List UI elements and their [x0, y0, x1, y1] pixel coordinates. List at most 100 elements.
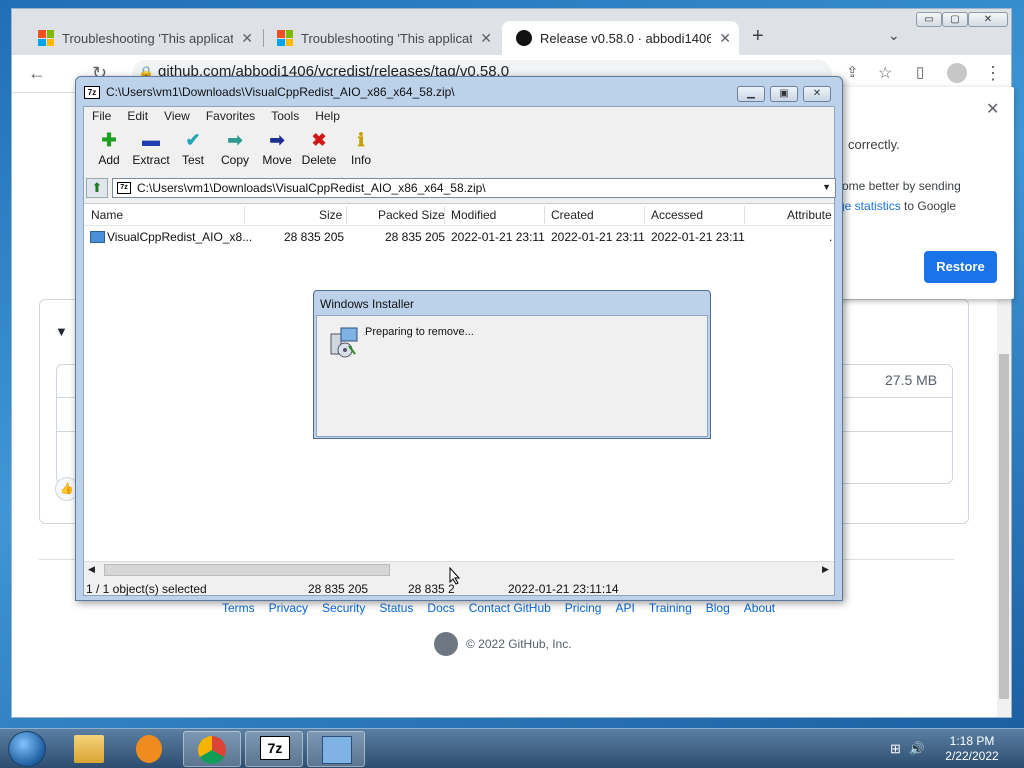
7zip-maximize-button[interactable]: ▣: [770, 86, 798, 102]
taskbar-chrome[interactable]: [183, 731, 241, 767]
copy-icon: ➡: [227, 130, 243, 150]
column-attributes[interactable]: Attribute: [787, 208, 832, 222]
clock-time: 1:18 PM: [949, 734, 995, 748]
network-icon[interactable]: ⊞: [890, 741, 901, 757]
info-button[interactable]: ℹ Info: [340, 127, 382, 173]
tab-troubleshooting-1[interactable]: Troubleshooting 'This application' ✕: [24, 21, 261, 55]
microsoft-logo-icon: [38, 30, 54, 46]
tab-search-button[interactable]: ⌄: [888, 27, 900, 44]
column-name[interactable]: Name: [91, 208, 123, 222]
menu-favorites[interactable]: Favorites: [206, 109, 255, 125]
maximize-button[interactable]: ▢: [942, 12, 968, 27]
tab-release[interactable]: Release v0.58.0 · abbodi1406/vcr ✕: [502, 21, 739, 55]
footer-link-docs[interactable]: Docs: [427, 601, 454, 615]
footer-link-pricing[interactable]: Pricing: [565, 601, 602, 615]
footer-copyright: © 2022 GitHub, Inc.: [434, 632, 572, 656]
column-modified[interactable]: Modified: [451, 208, 496, 222]
delete-button[interactable]: ✖ Delete: [298, 127, 340, 173]
folder-up-icon[interactable]: ⬆: [86, 178, 108, 198]
column-size[interactable]: Size: [319, 208, 342, 222]
footer-link-terms[interactable]: Terms: [222, 601, 255, 615]
7zip-close-button[interactable]: ✕: [803, 86, 831, 102]
tab-title: Troubleshooting 'This application': [62, 30, 234, 46]
close-button[interactable]: ✕: [968, 12, 1008, 27]
popup-stats-link[interactable]: ge statistics: [838, 199, 901, 213]
add-icon: ✚: [101, 130, 117, 150]
popup-text-line3: to Google: [900, 199, 957, 213]
status-selected: 1 / 1 object(s) selected: [86, 582, 207, 596]
new-tab-button[interactable]: +: [752, 25, 764, 48]
media-player-icon: [136, 735, 162, 763]
extract-icon: ▬: [142, 130, 160, 150]
extract-button[interactable]: ▬ Extract: [130, 127, 172, 173]
tool-label: Move: [262, 153, 292, 167]
clock[interactable]: 1:18 PM 2/22/2022: [936, 734, 1008, 764]
installer-icon: [322, 736, 352, 764]
menu-file[interactable]: File: [92, 109, 111, 125]
column-created[interactable]: Created: [551, 208, 594, 222]
tab-title: Release v0.58.0 · abbodi1406/vcr: [540, 30, 712, 46]
7zip-app-icon: 7z: [84, 85, 100, 99]
footer-link-privacy[interactable]: Privacy: [269, 601, 308, 615]
column-accessed[interactable]: Accessed: [651, 208, 703, 222]
github-logo-icon: [516, 30, 532, 46]
column-packed-size[interactable]: Packed Size: [378, 208, 445, 222]
assets-caret-icon[interactable]: ▼: [55, 324, 68, 339]
microsoft-logo-icon: [277, 30, 293, 46]
file-size: 28 835 205: [284, 230, 345, 244]
tab-close-icon[interactable]: ✕: [480, 30, 492, 47]
menu-edit[interactable]: Edit: [127, 109, 148, 125]
tool-label: Add: [98, 153, 120, 167]
tab-close-icon[interactable]: ✕: [241, 30, 253, 47]
menu-view[interactable]: View: [164, 109, 190, 125]
volume-icon[interactable]: 🔊: [909, 741, 925, 757]
scroll-left-icon[interactable]: ◀: [88, 564, 95, 575]
dropdown-arrow-icon[interactable]: ▼: [822, 182, 831, 192]
dialog-message: Preparing to remove...: [365, 326, 474, 338]
path-combobox[interactable]: 7z C:\Users\vm1\Downloads\VisualCppRedis…: [112, 178, 836, 198]
add-button[interactable]: ✚ Add: [88, 127, 130, 173]
file-packed-size: 28 835 205: [385, 230, 446, 244]
footer-link-contact[interactable]: Contact GitHub: [469, 601, 551, 615]
move-button[interactable]: ➡ Move: [256, 127, 298, 173]
move-icon: ➡: [269, 130, 285, 150]
menu-tools[interactable]: Tools: [271, 109, 299, 125]
profile-avatar-icon[interactable]: [947, 63, 967, 83]
folder-icon: [74, 735, 104, 763]
github-logo-icon: [434, 632, 458, 656]
scrollbar-thumb[interactable]: [999, 354, 1009, 699]
menu-kebab-icon[interactable]: ⋮: [984, 63, 1002, 84]
start-button[interactable]: [8, 731, 46, 767]
popup-close-icon[interactable]: ✕: [986, 99, 999, 119]
footer-link-training[interactable]: Training: [649, 601, 692, 615]
side-panel-icon[interactable]: ▯: [916, 63, 924, 81]
test-button[interactable]: ✔ Test: [172, 127, 214, 173]
taskbar-explorer[interactable]: [60, 731, 118, 767]
minimize-button[interactable]: ▭: [916, 12, 942, 27]
footer-link-security[interactable]: Security: [322, 601, 365, 615]
scroll-right-icon[interactable]: ▶: [822, 564, 829, 575]
popup-text-line2: rome better by sending: [838, 179, 961, 193]
back-arrow-icon[interactable]: ←: [28, 63, 46, 84]
7zip-toolbar: ✚ Add ▬ Extract ✔ Test ➡ Copy ➡ Move ✖ Delete …: [84, 127, 834, 173]
taskbar-7zip[interactable]: 7z: [245, 731, 303, 767]
footer-link-status[interactable]: Status: [379, 601, 413, 615]
share-icon[interactable]: ⇪: [846, 63, 859, 81]
tab-strip: Troubleshooting 'This application' ✕ Tro…: [12, 9, 1011, 55]
restore-button[interactable]: Restore: [924, 251, 997, 283]
taskbar-media-player[interactable]: [120, 731, 178, 767]
copy-button[interactable]: ➡ Copy: [214, 127, 256, 173]
taskbar-installer[interactable]: [307, 731, 365, 767]
tab-troubleshooting-2[interactable]: Troubleshooting 'This application' ✕: [263, 21, 500, 55]
footer-link-about[interactable]: About: [744, 601, 775, 615]
footer-link-blog[interactable]: Blog: [706, 601, 730, 615]
7zip-minimize-button[interactable]: ▁: [737, 86, 765, 102]
installer-icon: [330, 327, 358, 358]
menu-help[interactable]: Help: [315, 109, 340, 125]
table-row[interactable]: VisualCppRedist_AIO_x8... 28 835 205 28 …: [84, 226, 834, 248]
footer-link-api[interactable]: API: [615, 601, 634, 615]
tab-close-icon[interactable]: ✕: [719, 30, 731, 47]
bookmark-star-icon[interactable]: ☆: [878, 63, 892, 83]
horizontal-scroll-thumb[interactable]: [104, 564, 390, 576]
7zip-menu-bar: File Edit View Favorites Tools Help: [84, 107, 834, 125]
